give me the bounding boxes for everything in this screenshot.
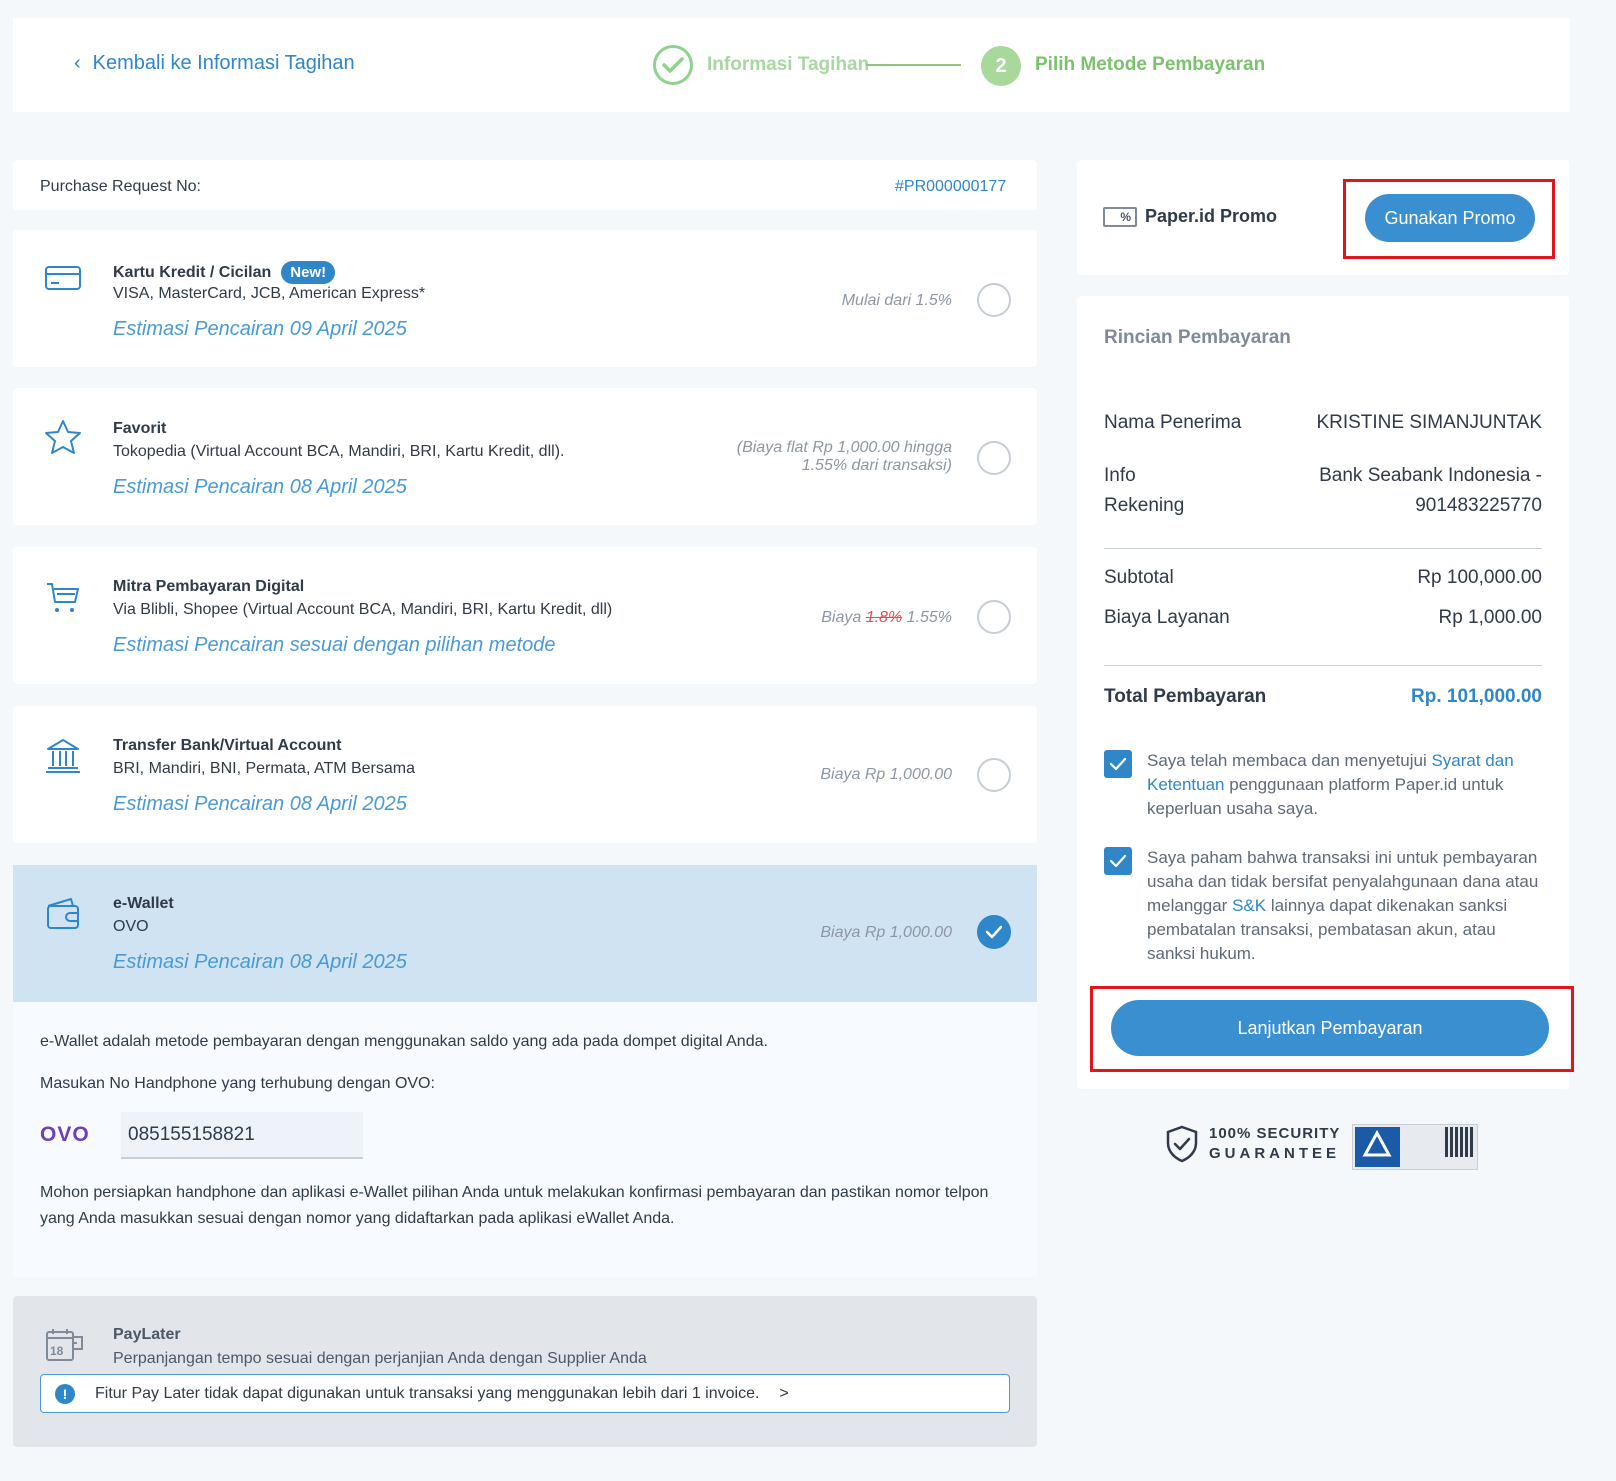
method-subtitle: VISA, MasterCard, JCB, American Express* <box>113 285 426 302</box>
info-icon: ! <box>55 1383 75 1404</box>
service-fee-label: Biaya Layanan <box>1104 607 1230 628</box>
shield-check-icon <box>1166 1125 1198 1163</box>
security-line1: 100% SECURITY <box>1209 1125 1341 1142</box>
agreement-text: Saya telah membaca dan menyetujui <box>1147 751 1432 770</box>
promo-label: Paper.id Promo <box>1145 206 1278 226</box>
paylater-title: PayLater <box>113 1326 181 1343</box>
security-guarantee: 100% SECURITY GUARANTEE <box>1165 1124 1340 1164</box>
wallet-icon <box>43 894 83 934</box>
method-paylater-disabled <box>13 1296 1037 1447</box>
step1-label: Informasi Tagihan <box>707 54 870 75</box>
summary-title: Rincian Pembayaran <box>1104 327 1291 348</box>
ewallet-phone-prompt: Masukan No Handphone yang terhubung deng… <box>40 1075 435 1092</box>
total-label: Total Pembayaran <box>1104 686 1267 707</box>
chevron-left-icon: ‹ <box>74 52 81 74</box>
method-subtitle: BRI, Mandiri, BNI, Permata, ATM Bersama <box>113 760 416 777</box>
ewallet-note: Mohon persiapkan handphone dan aplikasi … <box>40 1184 989 1227</box>
agreement-terms-text: Saya telah membaca dan menyetujui Syarat… <box>1147 749 1547 821</box>
method-radio[interactable] <box>977 600 1011 634</box>
method-estimate: Estimasi Pencairan 09 April 2025 <box>113 318 407 340</box>
calendar-day: 18 <box>50 1344 64 1358</box>
method-estimate: Estimasi Pencairan 08 April 2025 <box>113 793 407 815</box>
method-radio[interactable] <box>977 283 1011 317</box>
account-value: Bank Seabank Indonesia - 901483225770 <box>1319 461 1542 521</box>
method-subtitle: Tokopedia (Virtual Account BCA, Mandiri,… <box>113 443 565 460</box>
star-icon <box>43 418 83 458</box>
security-line2: GUARANTEE <box>1209 1145 1341 1162</box>
check-icon <box>1109 854 1127 868</box>
back-to-billing-link[interactable]: ‹ Kembali ke Informasi Tagihan <box>74 52 355 75</box>
credit-card-icon <box>43 261 83 301</box>
account-value-line2: 901483225770 <box>1415 495 1542 516</box>
method-estimate: Estimasi Pencairan 08 April 2025 <box>113 476 407 498</box>
method-title: Kartu Kredit / Cicilan New! <box>113 261 336 284</box>
recipient-value: KRISTINE SIMANJUNTAK <box>1316 412 1542 433</box>
step-connector <box>866 64 961 66</box>
recipient-label: Nama Penerima <box>1104 412 1242 433</box>
summary-divider <box>1104 548 1542 549</box>
account-value-line1: Bank Seabank Indonesia - <box>1319 465 1542 486</box>
method-title-text: Kartu Kredit / Cicilan <box>113 263 272 281</box>
step2-indicator: 2 <box>981 46 1021 86</box>
sk-link[interactable]: S&K <box>1232 896 1266 915</box>
method-radio[interactable] <box>977 441 1011 475</box>
paylater-alert[interactable]: ! Fitur Pay Later tidak dapat digunakan … <box>40 1374 1010 1413</box>
purchase-request-label: Purchase Request No: <box>40 178 201 195</box>
method-fee: Biaya 1.8% 1.55% <box>632 609 952 627</box>
method-radio[interactable] <box>977 758 1011 792</box>
service-fee-value: Rp 1,000.00 <box>1438 607 1542 628</box>
method-subtitle: Via Blibli, Shopee (Virtual Account BCA,… <box>113 601 613 618</box>
account-label-line1: Info <box>1104 465 1136 486</box>
continue-payment-button[interactable]: Lanjutkan Pembayaran <box>1111 1000 1549 1056</box>
ticket-percent-icon: % <box>1103 207 1137 227</box>
check-icon <box>985 925 1003 939</box>
account-label-line2: Rekening <box>1104 495 1185 516</box>
step2-label: Pilih Metode Pembayaran <box>1035 54 1266 75</box>
method-estimate: Estimasi Pencairan sesuai dengan pilihan… <box>113 634 556 656</box>
method-title: Transfer Bank/Virtual Account <box>113 737 342 754</box>
ovo-phone-input[interactable] <box>121 1112 363 1159</box>
chevron-right-icon: > <box>779 1384 789 1402</box>
purchase-request-number: #PR000000177 <box>895 178 1007 195</box>
method-title: Mitra Pembayaran Digital <box>113 578 305 595</box>
use-promo-button[interactable]: Gunakan Promo <box>1365 194 1535 242</box>
fee-prefix: Biaya <box>821 609 862 626</box>
ewallet-description: e-Wallet adalah metode pembayaran dengan… <box>40 1033 768 1050</box>
security-text: 100% SECURITY GUARANTEE <box>1209 1124 1340 1164</box>
fee-old: 1.8% <box>865 609 903 626</box>
method-fee: (Biaya flat Rp 1,000.00 hingga 1.55% dar… <box>632 439 952 475</box>
summary-divider <box>1104 665 1542 666</box>
agreement-checkbox-usage[interactable] <box>1104 847 1132 875</box>
subtotal-value: Rp 100,000.00 <box>1417 567 1542 588</box>
new-badge: New! <box>281 261 336 284</box>
method-fee: Biaya Rp 1,000.00 <box>820 766 952 783</box>
total-value: Rp. 101,000.00 <box>1411 686 1542 707</box>
account-label: Info Rekening <box>1104 461 1184 521</box>
method-fee-line1: (Biaya flat Rp 1,000.00 hingga <box>736 439 952 456</box>
method-title: Favorit <box>113 420 167 437</box>
cart-icon <box>43 578 83 618</box>
method-estimate: Estimasi Pencairan 08 April 2025 <box>113 951 407 973</box>
check-icon <box>1109 757 1127 771</box>
ovo-logo: OVO <box>40 1123 90 1146</box>
paylater-alert-text: Fitur Pay Later tidak dapat digunakan un… <box>95 1384 760 1402</box>
method-subtitle: OVO <box>113 918 149 935</box>
back-link-label: Kembali ke Informasi Tagihan <box>92 52 355 74</box>
agreement-usage-text: Saya paham bahwa transaksi ini untuk pem… <box>1147 846 1547 966</box>
paylater-subtitle: Perpanjangan tempo sesuai dengan perjanj… <box>113 1350 647 1367</box>
bank-icon <box>43 736 83 776</box>
agreement-checkbox-terms[interactable] <box>1104 750 1132 778</box>
method-fee: Biaya Rp 1,000.00 <box>820 924 952 941</box>
fee-new: 1.55% <box>906 609 952 626</box>
method-fee: Mulai dari 1.5% <box>841 292 952 309</box>
method-radio-selected[interactable] <box>977 915 1011 949</box>
step1-done-icon <box>653 45 693 85</box>
method-title: e-Wallet <box>113 895 174 912</box>
method-fee-line2: 1.55% dari transaksi) <box>801 457 952 474</box>
tuv-logo <box>1355 1127 1400 1167</box>
qr-code-icon <box>1445 1127 1475 1157</box>
subtotal-label: Subtotal <box>1104 567 1174 588</box>
